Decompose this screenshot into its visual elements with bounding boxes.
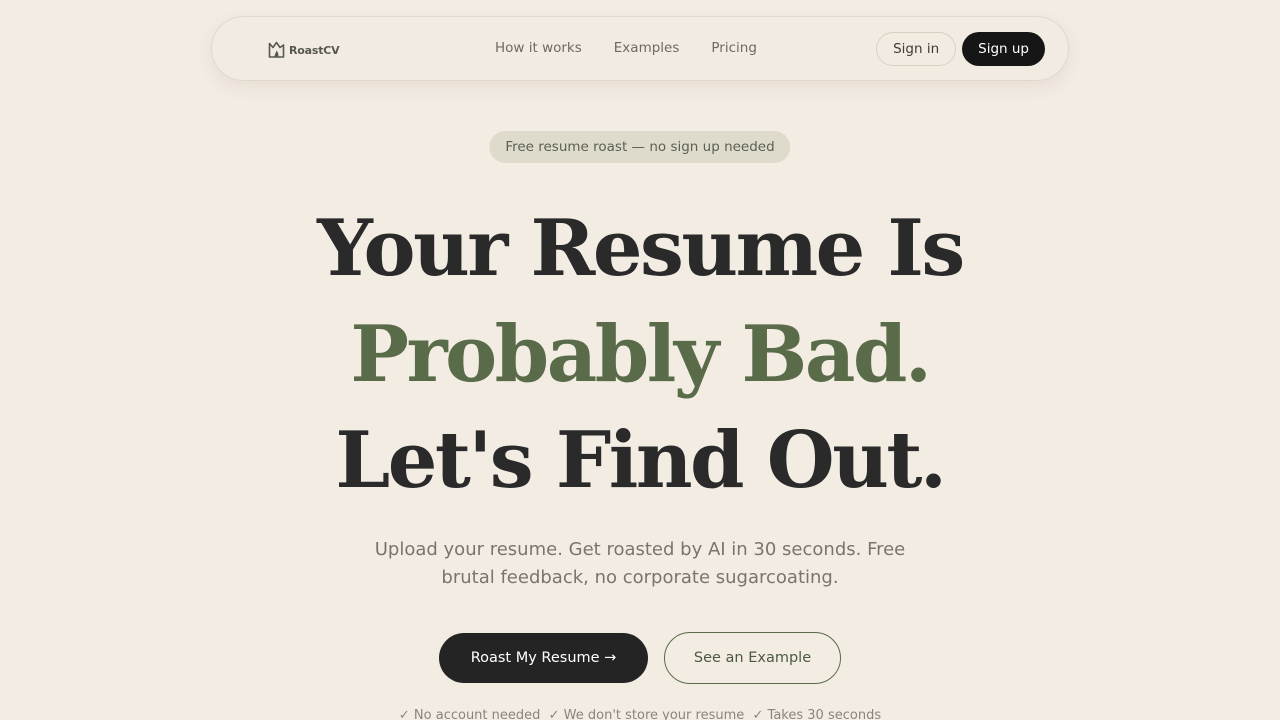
auth-buttons: Sign in Sign up bbox=[876, 32, 1045, 66]
flame-document-icon bbox=[268, 41, 285, 58]
sign-in-button[interactable]: Sign in bbox=[876, 32, 957, 66]
navbar: RoastCV How it works Examples Pricing Si… bbox=[211, 16, 1069, 81]
hero-headline: Your Resume Is Probably Bad. Let's Find … bbox=[0, 196, 1280, 514]
nav-link-examples[interactable]: Examples bbox=[614, 40, 680, 56]
nav-link-pricing[interactable]: Pricing bbox=[711, 40, 757, 56]
free-roast-badge: Free resume roast — no sign up needed bbox=[489, 131, 791, 163]
nav-link-how-it-works[interactable]: How it works bbox=[495, 40, 582, 56]
sign-up-button[interactable]: Sign up bbox=[962, 32, 1045, 66]
subtitle-line-2: brutal feedback, no corporate sugarcoati… bbox=[441, 567, 839, 588]
roast-my-resume-button[interactable]: Roast My Resume → bbox=[439, 633, 648, 683]
trust-line: ✓ No account needed ✓ We don't store you… bbox=[0, 708, 1280, 720]
trust-item-30-seconds: ✓ Takes 30 seconds bbox=[752, 708, 882, 720]
headline-line-3: Let's Find Out. bbox=[335, 415, 947, 506]
nav-links: How it works Examples Pricing bbox=[495, 40, 757, 56]
logo-text: RoastCV bbox=[289, 44, 340, 57]
headline-line-2: Probably Bad. bbox=[350, 309, 932, 400]
logo[interactable]: RoastCV bbox=[268, 41, 340, 58]
see-example-button[interactable]: See an Example bbox=[664, 632, 841, 684]
trust-item-no-store: ✓ We don't store your resume bbox=[548, 708, 745, 720]
subtitle-line-1: Upload your resume. Get roasted by AI in… bbox=[374, 539, 906, 560]
landing-page: RoastCV How it works Examples Pricing Si… bbox=[0, 0, 1280, 720]
trust-item-no-account: ✓ No account needed bbox=[398, 708, 541, 720]
headline-line-1: Your Resume Is bbox=[317, 203, 965, 294]
hero-subtitle: Upload your resume. Get roasted by AI in… bbox=[0, 536, 1280, 592]
